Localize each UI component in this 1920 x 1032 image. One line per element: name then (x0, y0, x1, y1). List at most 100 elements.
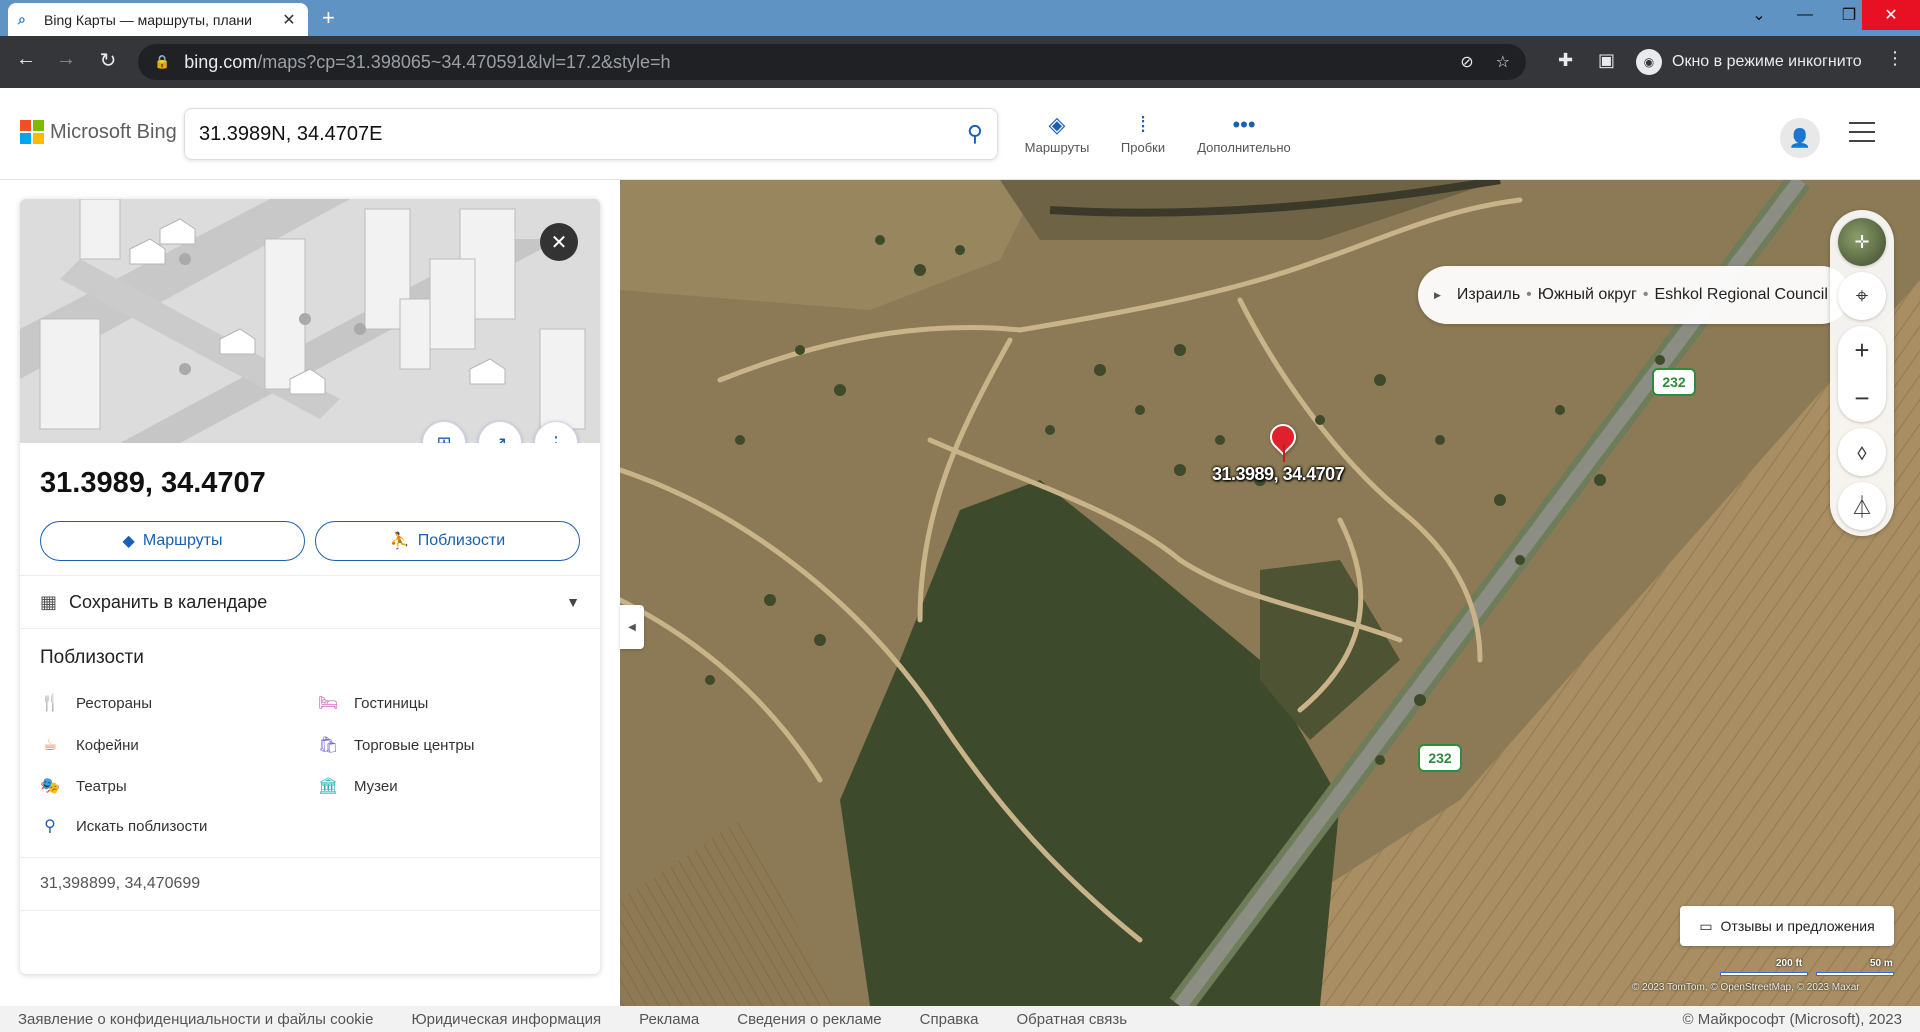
nearby-theaters[interactable]: 🎭 Театры (40, 776, 127, 796)
search-nearby[interactable]: ⚲ Искать поблизости (40, 816, 207, 836)
map-attribution: © 2023 TomTom, © OpenStreetMap, © 2023 M… (1632, 982, 1860, 993)
footer-link-legal[interactable]: Юридическая информация (411, 1011, 601, 1028)
save-to-calendar-row[interactable]: ▦ Сохранить в календаре ▼ (20, 575, 600, 629)
chat-bubble-icon: ▭ (1699, 917, 1713, 934)
url-host: bing.com (184, 51, 258, 72)
tilt-view-icon[interactable]: ⏃ (1838, 482, 1886, 530)
collapse-panel-button[interactable]: ◀ (620, 605, 644, 649)
directions-icon: ◈ (1048, 112, 1066, 137)
nearby-item-label: Гостиницы (354, 694, 429, 712)
incognito-icon: ◉ (1636, 49, 1662, 75)
share-icon[interactable]: ↗ (478, 421, 522, 443)
logo-text: Microsoft Bing (50, 120, 177, 143)
zoom-in-button[interactable]: + (1838, 326, 1886, 374)
feedback-button[interactable]: ▭ Отзывы и предложения (1680, 906, 1894, 946)
nearby-item-label: Рестораны (76, 694, 152, 712)
breadcrumb-country[interactable]: Израиль (1457, 286, 1520, 304)
compass-icon[interactable]: ⬨ (1838, 428, 1886, 476)
nearby-item-label: Кофейни (76, 736, 139, 754)
nearby-shopping[interactable]: 🛍 Торговые центры (318, 735, 474, 755)
footer-link-privacy[interactable]: Заявление о конфиденциальности и файлы c… (18, 1011, 373, 1028)
nav-traffic-label: Пробки (1120, 140, 1166, 155)
address-bar-row: ← → ↻ 🔒 bing.com /maps?cp=31.398065~34.4… (0, 36, 1920, 88)
road-shield-232: 232 (1652, 368, 1696, 396)
card-actions: ⊞ ↗ ⋮ (422, 421, 578, 443)
breadcrumb-separator: • (1642, 286, 1649, 303)
scale-feet-label: 200 ft (1776, 958, 1803, 969)
hero-illustration: ✕ ⊞ ↗ ⋮ (20, 199, 600, 443)
coordinates-title: 31.3989, 34.4707 (40, 467, 266, 499)
map-style-globe-icon[interactable]: ✛ (1838, 218, 1886, 266)
nav-directions-label: Маршруты (1024, 140, 1090, 155)
nav-directions[interactable]: ◈ Маршруты (1012, 112, 1102, 155)
lock-icon: 🔒 (154, 54, 171, 69)
breadcrumb-council[interactable]: Eshkol Regional Council (1654, 286, 1827, 304)
footer-link-ad-info[interactable]: Сведения о рекламе (737, 1011, 881, 1028)
city-illustration (20, 199, 600, 443)
locate-me-icon[interactable]: ⌖ (1838, 272, 1886, 320)
footer-link-feedback[interactable]: Обратная связь (1017, 1011, 1128, 1028)
feedback-label: Отзывы и предложения (1720, 918, 1875, 934)
museum-icon: 🏛 (318, 778, 339, 795)
map-controls: ✛ ⌖ + − ⬨ ⏃ (1830, 210, 1894, 536)
tab-close-icon[interactable]: ✕ (280, 10, 298, 30)
search-icon[interactable]: ⚲ (967, 121, 983, 147)
close-card-button[interactable]: ✕ (540, 223, 578, 261)
footer-link-help[interactable]: Справка (920, 1011, 979, 1028)
zoom-controls: + − (1838, 326, 1886, 422)
nearby-item-label: Торговые центры (354, 736, 475, 754)
more-options-icon[interactable]: ⋮ (534, 421, 578, 443)
incognito-indicator[interactable]: ◉ Окно в режиме инкогнито (1636, 44, 1862, 80)
nearby-museums[interactable]: 🏛 Музеи (318, 776, 398, 796)
routes-button[interactable]: ◆ Маршруты (40, 521, 305, 561)
microsoft-bing-logo[interactable]: Microsoft Bing (20, 120, 177, 144)
traffic-icon: ⁞ (1139, 112, 1147, 137)
save-collection-icon[interactable]: ⊞ (422, 421, 466, 443)
zoom-out-button[interactable]: − (1838, 374, 1886, 422)
more-icon: ••• (1232, 112, 1256, 137)
chevron-down-icon[interactable]: ▼ (566, 594, 580, 610)
footer-link-advertising[interactable]: Реклама (639, 1011, 699, 1028)
browser-menu-icon[interactable]: ⋮ (1886, 48, 1904, 69)
expand-arrow-icon[interactable]: ▶ (1434, 290, 1441, 301)
reload-button[interactable]: ↻ (94, 48, 122, 73)
nearby-restaurants[interactable]: 🍴 Рестораны (40, 693, 152, 713)
window-close-button[interactable]: ✕ (1862, 0, 1920, 30)
nav-traffic[interactable]: ⁞ Пробки (1098, 112, 1188, 155)
breadcrumb-district[interactable]: Южный округ (1538, 286, 1637, 304)
side-panel-icon[interactable]: ▣ (1598, 50, 1615, 71)
nearby-coffee[interactable]: ☕ Кофейни (40, 735, 139, 755)
tab-title: Bing Карты — маршруты, плани (44, 11, 252, 28)
bookmark-star-icon[interactable]: ☆ (1496, 52, 1510, 72)
browser-tab[interactable]: ⌕ Bing Карты — маршруты, плани ✕ (8, 3, 308, 36)
search-box[interactable]: ⚲ (184, 108, 998, 160)
user-avatar-icon[interactable]: 👤 (1780, 118, 1820, 158)
eye-off-icon[interactable]: ⊘ (1460, 52, 1473, 72)
scale-meters-label: 50 m (1870, 958, 1893, 969)
nearby-hotels[interactable]: 🛏 Гостиницы (318, 693, 428, 713)
road-shield-232: 232 (1418, 744, 1462, 772)
back-button[interactable]: ← (12, 48, 40, 71)
shopping-icon: 🛍 (318, 737, 339, 754)
hamburger-menu-icon[interactable] (1849, 122, 1875, 149)
bing-favicon-icon: ⌕ (18, 11, 26, 27)
nav-more[interactable]: ••• Дополнительно (1184, 112, 1304, 155)
coffee-icon: ☕ (42, 737, 58, 754)
directions-diamond-icon: ◆ (122, 533, 135, 550)
nearby-heading: Поблизости (40, 647, 144, 668)
location-card: ✕ ⊞ ↗ ⋮ 31.3989, 34.4707 ◆ Маршруты ⛹ По… (20, 199, 600, 974)
new-tab-button[interactable]: + (322, 6, 335, 30)
calendar-icon: ▦ (40, 591, 58, 612)
search-input[interactable] (199, 122, 967, 146)
forward-button[interactable]: → (52, 48, 80, 71)
hotel-icon: 🛏 (318, 695, 339, 712)
footer-copyright: © Майкрософт (Microsoft), 2023 (1682, 1010, 1902, 1028)
tab-search-icon[interactable]: ⌄ (1736, 0, 1782, 30)
minimize-button[interactable]: — (1782, 0, 1828, 30)
nearby-item-label: Музеи (354, 777, 398, 795)
nearby-button[interactable]: ⛹ Поблизости (315, 521, 580, 561)
extensions-icon[interactable]: ✚ (1558, 50, 1573, 71)
url-field[interactable]: 🔒 bing.com /maps?cp=31.398065~34.470591&… (138, 44, 1526, 80)
location-breadcrumb[interactable]: ▶ Израиль • Южный округ • Eshkol Regiona… (1418, 266, 1850, 324)
coordinates-detail[interactable]: 31,398899, 34,470699 (20, 857, 600, 911)
